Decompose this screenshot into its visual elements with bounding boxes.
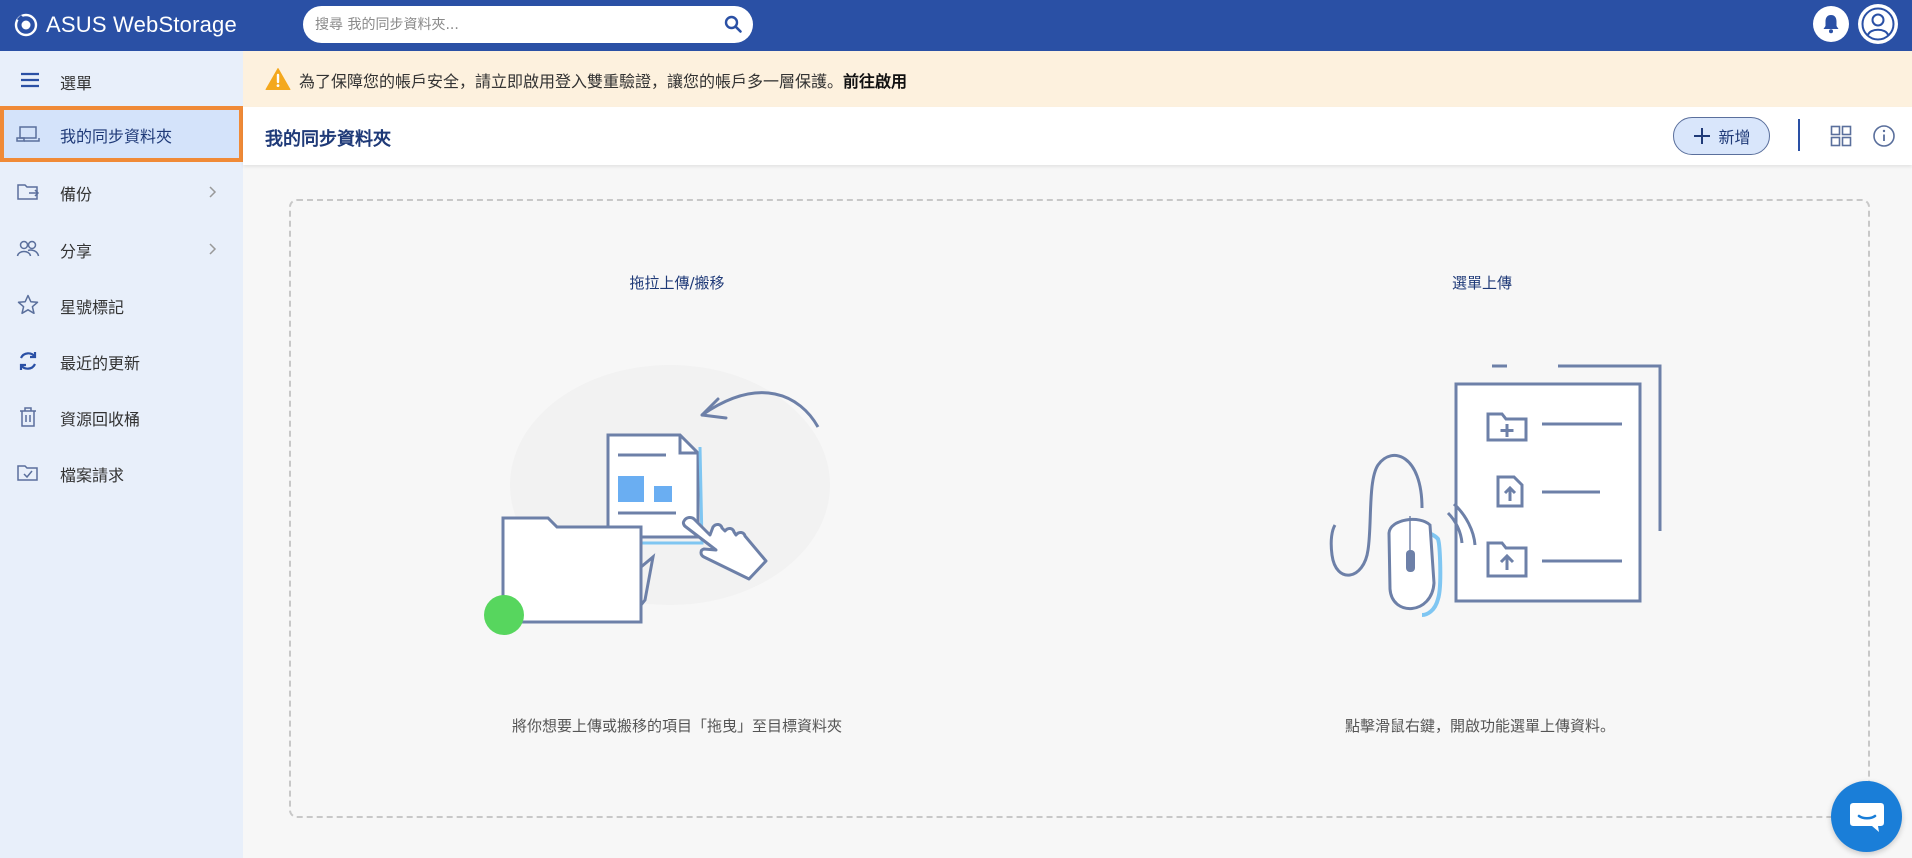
grid-view-icon[interactable] — [1830, 125, 1852, 147]
security-banner: 為了保障您的帳戶安全，請立即啟用登入雙重驗證，讓您的帳戶多一層保護。前往啟用 — [243, 51, 1912, 107]
app-title: ASUS WebStorage — [46, 12, 237, 37]
sidebar-item-starred[interactable]: 星號標記 — [0, 277, 243, 333]
add-new-button[interactable]: 新增 — [1673, 117, 1770, 155]
sidebar-item-file-request[interactable]: 檔案請求 — [0, 445, 243, 501]
sidebar-item-label: 星號標記 — [60, 298, 125, 317]
menu-label: 選單 — [60, 74, 93, 93]
header-divider — [1798, 119, 1800, 151]
banner-message: 為了保障您的帳戶安全，請立即啟用登入雙重驗證，讓您的帳戶多一層保護。前往啟用 — [299, 68, 907, 92]
plus-icon — [1694, 128, 1711, 144]
user-avatar-button[interactable] — [1858, 4, 1898, 44]
enable-2fa-link[interactable]: 前往啟用 — [843, 72, 907, 91]
sidebar-item-label: 分享 — [60, 242, 93, 261]
sync-folder-icon — [16, 126, 40, 142]
banner-text: 為了保障您的帳戶安全，請立即啟用登入雙重驗證，讓您的帳戶多一層保護。 — [299, 72, 844, 91]
asus-webstorage-logo-icon — [14, 13, 38, 37]
notifications-button[interactable] — [1813, 6, 1849, 42]
sidebar-item-recent-updates[interactable]: 最近的更新 — [0, 333, 243, 389]
search-icon[interactable] — [723, 14, 743, 34]
backup-folder-icon — [17, 184, 40, 200]
sidebar-item-trash[interactable]: 資源回收桶 — [0, 389, 243, 445]
menu-upload-title: 選單上傳 — [1451, 274, 1512, 292]
menu-upload-description: 點擊滑鼠右鍵，開啟功能選單上傳資料。 — [1344, 717, 1615, 735]
drag-upload-illustration — [484, 365, 830, 635]
star-icon — [17, 294, 39, 315]
trash-icon — [20, 407, 36, 427]
add-new-label: 新增 — [1718, 128, 1751, 147]
sidebar: 選單 我的同步資料夾 備份 分享 星號標記 最近的更新 資源回收桶 檔案請求 — [0, 51, 243, 858]
sidebar-item-label: 最近的更新 — [60, 354, 141, 373]
drag-upload-title: 拖拉上傳/搬移 — [629, 274, 725, 292]
user-avatar-icon — [1861, 7, 1895, 41]
chevron-right-icon — [209, 243, 217, 255]
share-users-icon — [16, 240, 40, 257]
sidebar-item-backup[interactable]: 備份 — [0, 164, 243, 220]
menu-toggle-button[interactable]: 選單 — [0, 59, 243, 101]
top-bar: ASUS WebStorage — [0, 0, 1912, 51]
drag-upload-description: 將你想要上傳或搬移的項目「拖曳」至目標資料夾 — [511, 717, 842, 735]
sidebar-item-label: 資源回收桶 — [60, 410, 141, 429]
content-header: 我的同步資料夾 新增 — [243, 107, 1912, 165]
info-icon[interactable] — [1872, 124, 1896, 148]
menu-upload-illustration — [1329, 364, 1662, 617]
page-title: 我的同步資料夾 — [265, 129, 391, 150]
warning-icon — [265, 68, 291, 90]
file-request-icon — [17, 465, 38, 481]
bell-icon — [1823, 15, 1839, 34]
search-box — [303, 6, 753, 43]
sidebar-item-label: 我的同步資料夾 — [60, 127, 173, 146]
refresh-icon — [19, 352, 37, 370]
search-input[interactable] — [315, 6, 705, 43]
sidebar-item-label: 備份 — [60, 185, 93, 204]
sidebar-item-my-sync-folder[interactable]: 我的同步資料夾 — [0, 106, 243, 162]
sidebar-item-label: 檔案請求 — [60, 466, 125, 485]
chat-support-button[interactable] — [1831, 781, 1902, 852]
chevron-right-icon — [209, 186, 217, 198]
app-logo[interactable]: ASUS WebStorage — [14, 10, 237, 40]
chat-icon — [1849, 802, 1884, 832]
hamburger-menu-icon — [21, 72, 39, 88]
sidebar-item-share[interactable]: 分享 — [0, 221, 243, 277]
